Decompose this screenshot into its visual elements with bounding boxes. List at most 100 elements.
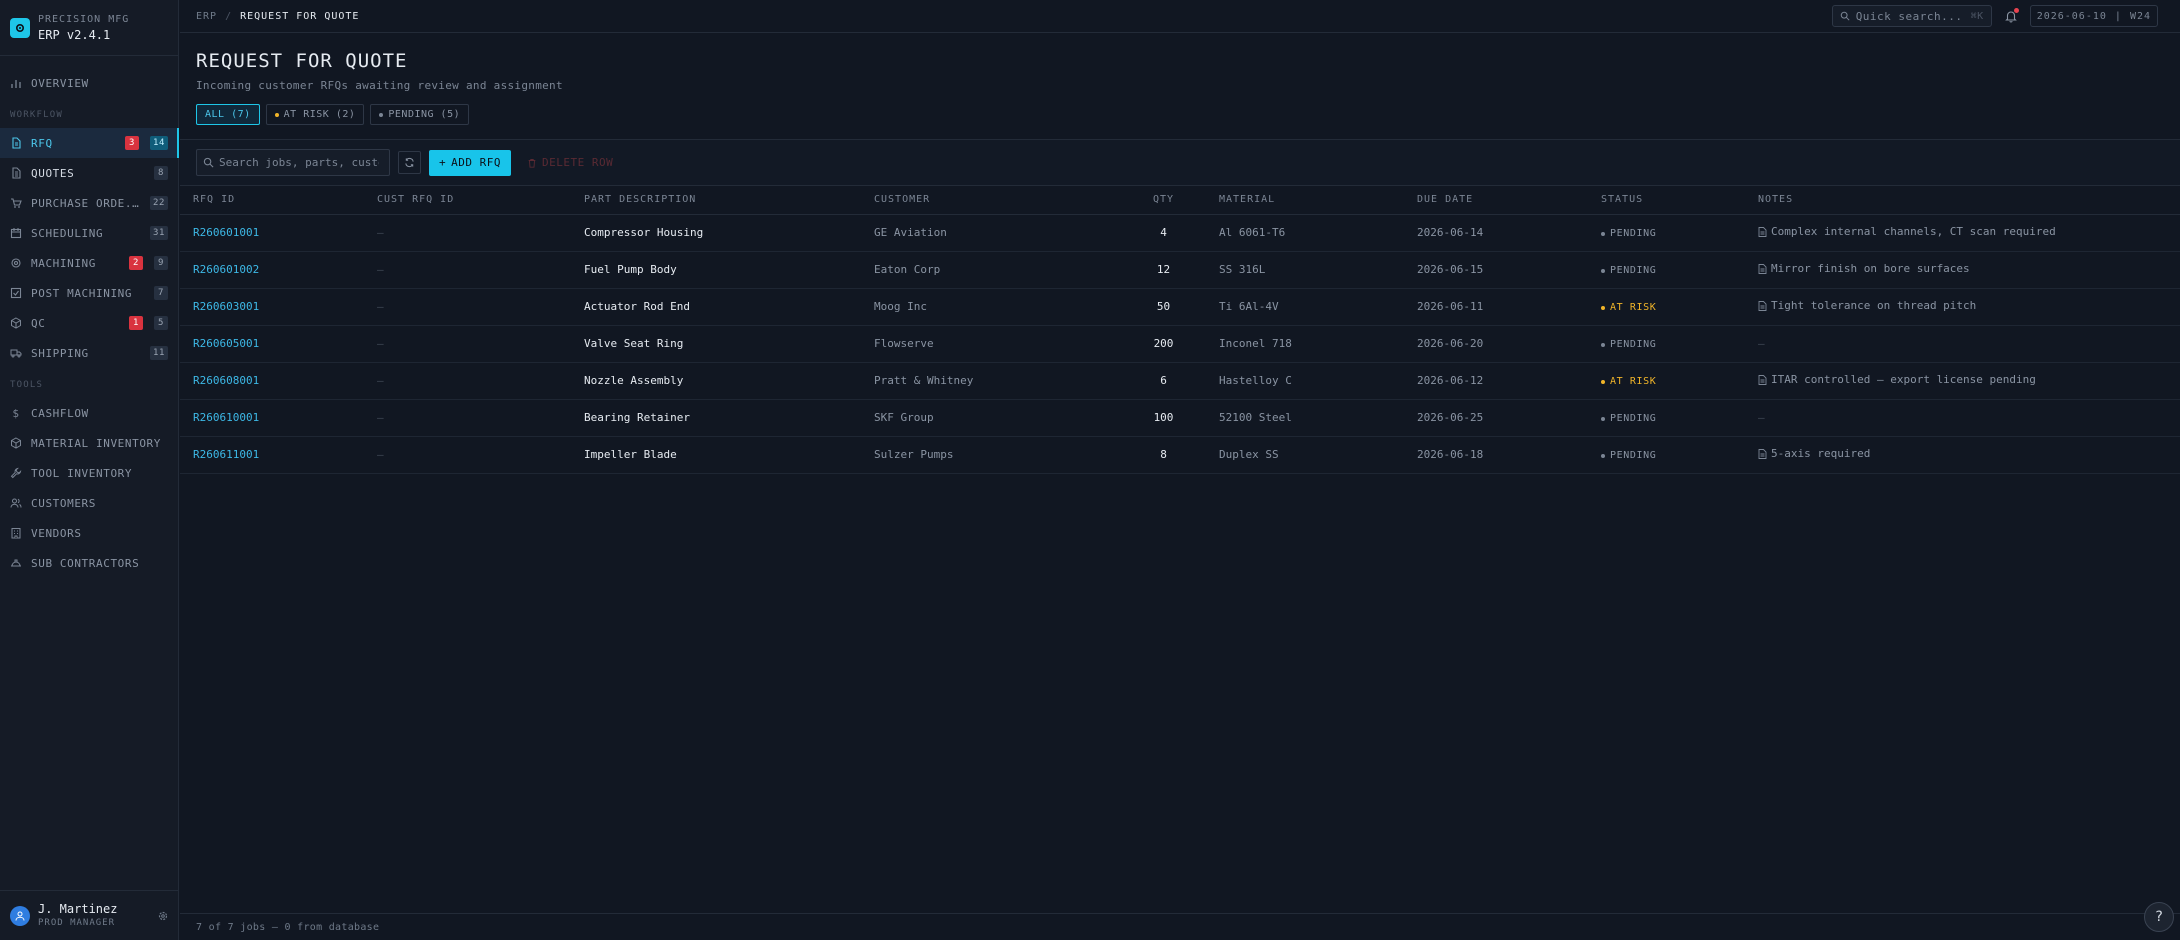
column-header[interactable]: QTY	[1121, 186, 1206, 214]
rfq-id-link[interactable]: R260601002	[180, 251, 364, 288]
table-row[interactable]: R260610001 — Bearing Retainer SKF Group 100 5…	[180, 399, 2180, 436]
table-row[interactable]: R260603001 — Actuator Rod End Moog Inc 50 Ti …	[180, 288, 2180, 325]
sidebar-item-overview[interactable]: OVERVIEW	[0, 68, 178, 98]
note-text: 5-axis required	[1771, 447, 1871, 461]
material: Hastelloy C	[1219, 374, 1292, 387]
count-badge: 7	[154, 286, 168, 300]
count-badge: 14	[149, 136, 168, 150]
sidebar-item-quotes[interactable]: QUOTES 8	[0, 158, 178, 188]
status-badge: PENDING	[1601, 450, 1656, 461]
status-cell: PENDING	[1588, 214, 1745, 251]
rfq-id-link[interactable]: R260603001	[180, 288, 364, 325]
sidebar-item-label: SHIPPING	[31, 346, 89, 360]
column-header[interactable]: MATERIAL	[1206, 186, 1404, 214]
date-separator: |	[2114, 10, 2122, 22]
part-description: Impeller Blade	[584, 448, 677, 461]
column-header[interactable]: DUE DATE	[1404, 186, 1588, 214]
search-icon	[1840, 11, 1850, 21]
table-footer: 7 of 7 jobs — 0 from database	[180, 913, 2180, 940]
table-row[interactable]: R260605001 — Valve Seat Ring Flowserve 200 In…	[180, 325, 2180, 362]
add-rfq-button[interactable]: + ADD RFQ	[429, 149, 511, 176]
package-icon	[10, 437, 22, 449]
refresh-button[interactable]	[398, 151, 421, 174]
rfq-id-link[interactable]: R260608001	[180, 362, 364, 399]
sidebar-item-customers[interactable]: CUSTOMERS	[0, 488, 178, 518]
rfq-id-link[interactable]: R260610001	[180, 399, 364, 436]
column-header[interactable]: CUST RFQ ID	[364, 186, 571, 214]
part-description: Valve Seat Ring	[584, 337, 684, 350]
status-badge: PENDING	[1601, 265, 1656, 276]
quick-search[interactable]: Quick search... ⌘K	[1831, 5, 1992, 27]
main-content: ERP / REQUEST FOR QUOTE Quick search... ⌘K…	[180, 0, 2180, 940]
sidebar-item-machining[interactable]: MACHINING 2 9	[0, 248, 178, 278]
notes-cell: —	[1758, 337, 1765, 350]
bell-icon[interactable]	[2004, 8, 2019, 23]
count-badge: 8	[154, 166, 168, 180]
cog-icon	[10, 257, 22, 269]
add-rfq-label: ADD RFQ	[451, 156, 501, 169]
sidebar-item-label: SUB CONTRACTORS	[31, 556, 140, 570]
cust-rfq-id: —	[377, 263, 384, 276]
rfq-id-link[interactable]: R260611001	[180, 436, 364, 473]
sidebar-item-tool-inventory[interactable]: TOOL INVENTORY	[0, 458, 178, 488]
sidebar-item-scheduling[interactable]: SCHEDULING 31	[0, 218, 178, 248]
sidebar-item-qc[interactable]: QC 1 5	[0, 308, 178, 338]
sidebar-item-material-inventory[interactable]: MATERIAL INVENTORY	[0, 428, 178, 458]
breadcrumb-root[interactable]: ERP	[196, 11, 217, 22]
quantity: 12	[1156, 263, 1171, 276]
filter-pending[interactable]: PENDING (5)	[370, 104, 470, 125]
truck-icon	[10, 347, 22, 359]
sidebar-item-label: RFQ	[31, 136, 53, 150]
table-row[interactable]: R260608001 — Nozzle Assembly Pratt & Whitne…	[180, 362, 2180, 399]
table-row[interactable]: R260601002 — Fuel Pump Body Eaton Corp 12 SS …	[180, 251, 2180, 288]
column-header[interactable]: PART DESCRIPTION	[571, 186, 861, 214]
sidebar-item-label: QUOTES	[31, 166, 75, 180]
sidebar-item-rfq[interactable]: RFQ 3 14	[0, 128, 179, 158]
filter-at-risk[interactable]: AT RISK (2)	[265, 104, 365, 125]
sidebar-item-vendors[interactable]: VENDORS	[0, 518, 178, 548]
note-icon	[1758, 226, 1767, 237]
status-label: PENDING	[1610, 265, 1657, 277]
status-dot	[1601, 305, 1605, 310]
sidebar-item-shipping[interactable]: SHIPPING 11	[0, 338, 178, 368]
column-header[interactable]: STATUS	[1588, 186, 1745, 214]
status-dot	[1601, 453, 1605, 458]
cust-rfq-id: —	[377, 411, 384, 424]
note-text: Tight tolerance on thread pitch	[1771, 299, 1977, 313]
search-icon	[203, 157, 214, 168]
material: Inconel 718	[1219, 337, 1292, 350]
status-label: AT RISK	[1610, 376, 1657, 388]
count-badge: 5	[154, 316, 168, 330]
column-header[interactable]: NOTES	[1745, 186, 2180, 214]
sidebar-item-purchase-orders[interactable]: PURCHASE ORDE... 22	[0, 188, 178, 218]
page-subtitle: Incoming customer RFQs awaiting review a…	[196, 79, 563, 92]
row-count-summary: 7 of 7 jobs — 0 from database	[196, 921, 380, 933]
sidebar-item-label: PURCHASE ORDE...	[31, 196, 139, 210]
rfq-table: RFQ ID CUST RFQ ID PART DESCRIPTION CUSTOME…	[180, 186, 2180, 474]
due-date: 2026-06-18	[1417, 448, 1484, 461]
user-icon	[15, 911, 25, 921]
rfq-id-link[interactable]: R260605001	[180, 325, 364, 362]
user-profile[interactable]: J. Martinez PROD MANAGER	[0, 890, 179, 940]
status-dot	[1601, 342, 1605, 347]
delete-row-button[interactable]: DELETE ROW	[519, 150, 621, 176]
check-square-icon	[10, 287, 22, 299]
due-date: 2026-06-11	[1417, 300, 1484, 313]
column-header[interactable]: CUSTOMER	[861, 186, 1121, 214]
due-date: 2026-06-15	[1417, 263, 1484, 276]
topbar: ERP / REQUEST FOR QUOTE Quick search... ⌘K…	[180, 0, 2180, 33]
filter-all[interactable]: ALL (7)	[196, 104, 260, 125]
sidebar-item-sub-contractors[interactable]: SUB CONTRACTORS	[0, 548, 178, 578]
trash-icon	[528, 158, 536, 168]
rfq-id-link[interactable]: R260601001	[180, 214, 364, 251]
avatar	[10, 905, 30, 926]
help-button[interactable]: ?	[2144, 902, 2174, 932]
gear-icon[interactable]	[157, 910, 169, 922]
table-row[interactable]: R260611001 — Impeller Blade Sulzer Pumps 8 Du…	[180, 436, 2180, 473]
sidebar-item-cashflow[interactable]: $ CASHFLOW	[0, 398, 178, 428]
table-row[interactable]: R260601001 — Compressor Housing GE Aviation…	[180, 214, 2180, 251]
search-input[interactable]	[219, 156, 379, 169]
note-icon	[1758, 374, 1767, 385]
sidebar-item-post-machining[interactable]: POST MACHINING 7	[0, 278, 178, 308]
column-header[interactable]: RFQ ID	[180, 186, 364, 214]
